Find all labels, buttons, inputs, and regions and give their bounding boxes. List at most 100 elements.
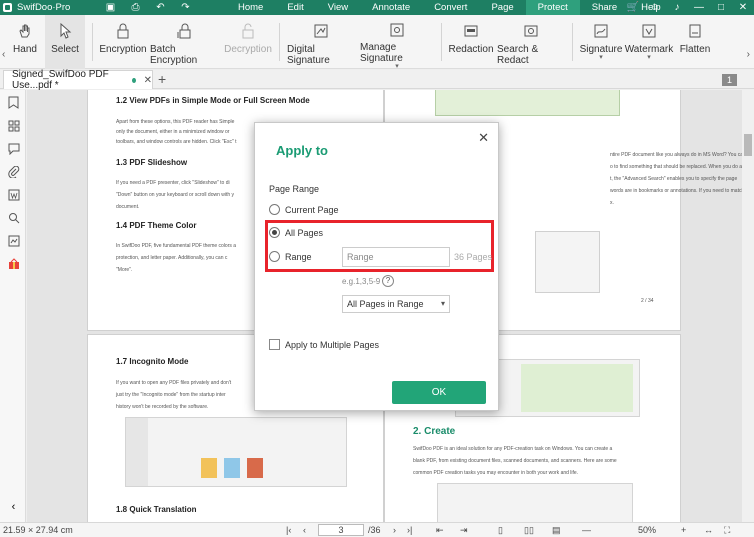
range-input[interactable]: Range (342, 247, 450, 267)
page-text: blank PDF, from existing document files,… (413, 458, 617, 464)
document-tab-bar: Signed_SwifDoo PDF Use...pdf * ✕ + 1 (0, 69, 754, 91)
redo-icon[interactable]: ↷ (173, 2, 198, 13)
flatten-button[interactable]: Flatten (676, 15, 714, 69)
digital-signature-button[interactable]: Digital Signature (287, 15, 355, 69)
decryption-button[interactable]: Decryption (224, 15, 272, 69)
fit-width-icon[interactable]: ↔ (704, 525, 713, 535)
menu-page[interactable]: Page (479, 0, 525, 15)
comment-icon[interactable] (7, 142, 20, 155)
scroll-view-icon[interactable]: ▤ (552, 525, 561, 536)
page-badge: 1 (722, 74, 737, 86)
page-subset-select[interactable]: All Pages in Range ▾ (342, 295, 450, 313)
toolbar-separator (279, 23, 280, 61)
menu-protect[interactable]: Protect (525, 0, 580, 15)
page-text: just try the "Incognito mode" from the s… (116, 392, 226, 398)
ok-button[interactable]: OK (392, 381, 486, 404)
bookmark-icon[interactable] (7, 96, 20, 109)
search-redact-label: Search & Redact (497, 44, 539, 66)
zoom-out-icon[interactable]: — (582, 525, 591, 535)
double-page-view-icon[interactable]: ▯▯ (524, 525, 534, 536)
pages-count: 36 Pages (454, 252, 493, 262)
range-label: Range (285, 252, 312, 262)
digital-signature-icon (312, 22, 330, 40)
signature-button[interactable]: Signature ▾ (580, 15, 622, 69)
attachment-icon[interactable] (7, 165, 20, 178)
select-tool-button[interactable]: Select (45, 15, 85, 69)
next-page-icon[interactable]: › (393, 525, 396, 535)
bell-icon[interactable]: ♪ (666, 2, 688, 13)
menu-convert[interactable]: Convert (422, 0, 479, 15)
page-number-input[interactable]: 3 (318, 524, 364, 536)
ribbon-scroll-left-icon[interactable]: ‹ (2, 49, 5, 60)
collapse-sidebar-icon[interactable]: ‹ (7, 500, 20, 513)
page-screenshot-image (125, 417, 347, 487)
single-page-view-icon[interactable]: ▯ (498, 525, 503, 536)
page-subset-value: All Pages in Range (347, 299, 424, 309)
word-icon[interactable] (7, 188, 20, 201)
menu-view[interactable]: View (316, 0, 360, 15)
page-text: "Down" button on your keyboard or scroll… (116, 192, 235, 198)
page-text: Apart from these options, this PDF reade… (116, 119, 235, 125)
watermark-dropdown-icon[interactable]: ▾ (647, 54, 651, 61)
search-icon[interactable] (7, 211, 20, 224)
signature-dropdown-icon[interactable]: ▾ (599, 54, 603, 61)
app-logo[interactable]: SwifDoo·Pro (3, 2, 98, 13)
undo-icon[interactable]: ↶ (148, 2, 173, 13)
add-tab-icon[interactable]: + (158, 71, 166, 87)
range-radio[interactable] (269, 251, 280, 262)
cart-icon[interactable]: 🛒 (622, 2, 644, 13)
document-tab[interactable]: Signed_SwifDoo PDF Use...pdf * ✕ (3, 69, 153, 91)
all-pages-radio[interactable] (269, 227, 280, 238)
menu-edit[interactable]: Edit (275, 0, 315, 15)
help-icon[interactable]: ? (382, 275, 394, 287)
flatten-label: Flatten (679, 44, 711, 55)
save-icon[interactable]: ▣ (98, 2, 123, 13)
page-text: In SwifDoo PDF, five fundamental PDF the… (116, 243, 237, 249)
redaction-button[interactable]: Redaction (448, 15, 494, 69)
page-heading: 1.3 PDF Slideshow (116, 158, 188, 167)
close-tab-icon[interactable]: ✕ (144, 75, 152, 86)
zoom-in-icon[interactable]: + (681, 525, 686, 535)
prev-page-icon[interactable]: ‹ (303, 525, 306, 535)
maximize-icon[interactable]: □ (710, 2, 732, 13)
status-bar: 21.59 × 27.94 cm |‹ ‹ 3 /36 › ›| ⇤ ⇥ ▯ ▯… (0, 522, 754, 537)
page-text: t, the "Advanced Search" enables you to … (610, 176, 738, 182)
apply-to-dialog: Apply to ✕ Page Range Current Page All P… (254, 122, 499, 411)
zoom-level[interactable]: 50% (638, 525, 656, 535)
hand-tool-button[interactable]: Hand (8, 15, 42, 69)
page-text: only the document, either in a minimized… (116, 129, 230, 135)
manage-signature-button[interactable]: Manage Signature ▾ (360, 15, 434, 70)
page-text: o to find something that should be repla… (610, 164, 742, 170)
close-icon[interactable]: ✕ (478, 130, 489, 146)
current-page-radio[interactable] (269, 204, 280, 215)
apply-multiple-label: Apply to Multiple Pages (285, 340, 380, 350)
redaction-label: Redaction (448, 44, 494, 55)
apply-multiple-checkbox[interactable] (269, 339, 280, 350)
gift-icon[interactable] (7, 257, 20, 270)
ocr-icon[interactable] (7, 234, 20, 247)
page-text: If you want to open any PDF files privat… (116, 380, 232, 386)
minimize-icon[interactable]: — (688, 2, 710, 13)
ribbon-scroll-right-icon[interactable]: › (747, 49, 750, 60)
page-text: words are in bookmarks or annotations. I… (610, 188, 742, 194)
menu-annotate[interactable]: Annotate (360, 0, 422, 15)
search-redact-button[interactable]: Search & Redact (497, 15, 565, 69)
watermark-button[interactable]: Watermark ▾ (625, 15, 673, 69)
unlock-icon (239, 22, 257, 40)
close-window-icon[interactable]: ✕ (732, 2, 754, 13)
batch-encryption-button[interactable]: Batch Encryption (150, 15, 220, 69)
menu-home[interactable]: Home (226, 0, 275, 15)
vertical-scrollbar[interactable] (742, 90, 754, 522)
user-icon[interactable]: ☺ (644, 2, 666, 13)
thumbnails-icon[interactable] (7, 119, 20, 132)
left-sidebar: ‹ (0, 90, 26, 522)
fullscreen-icon[interactable]: ⛶ (724, 525, 730, 536)
first-page-icon[interactable]: |‹ (286, 525, 291, 535)
encryption-button[interactable]: Encryption (99, 15, 147, 69)
print-icon[interactable]: ⎙ (123, 2, 148, 13)
unsaved-dot-icon (131, 77, 136, 83)
back-icon[interactable]: ⇤ (436, 525, 444, 536)
forward-icon[interactable]: ⇥ (460, 525, 468, 536)
last-page-icon[interactable]: ›| (407, 525, 412, 535)
scrollbar-thumb[interactable] (744, 134, 752, 156)
